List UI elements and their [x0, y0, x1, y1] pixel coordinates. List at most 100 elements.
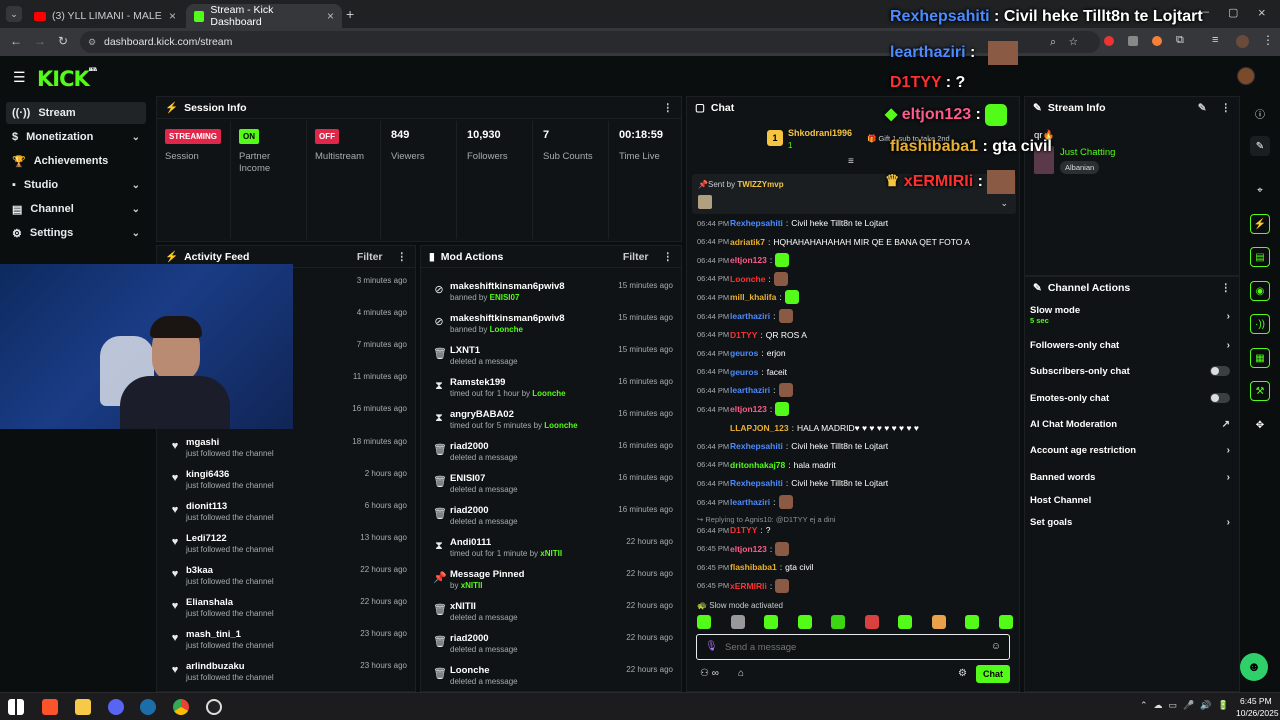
moderator-name[interactable]: Loonche: [544, 421, 577, 430]
set-goals-action[interactable]: Set goals ›: [1030, 513, 1230, 531]
mod-target[interactable]: riad2000: [450, 633, 489, 644]
message-user[interactable]: eltjon123: [730, 404, 767, 414]
emote-button[interactable]: [931, 615, 946, 629]
message-user[interactable]: flashibaba1: [730, 562, 777, 572]
file-explorer-icon[interactable]: [75, 699, 91, 715]
moderator-name[interactable]: xNITII: [540, 549, 562, 558]
edit-rail-icon[interactable]: ✎: [1250, 136, 1270, 156]
focus-icon[interactable]: ⌖: [1250, 180, 1270, 200]
system-tray[interactable]: ⌃☁▭🎤🔊🔋: [1140, 700, 1235, 711]
sidebar-item-channel[interactable]: ▤ Channel ⌄: [6, 198, 146, 220]
maximize-window-button[interactable]: ▢: [1228, 6, 1238, 19]
mod-target[interactable]: riad2000: [450, 505, 489, 516]
moderator-name[interactable]: xNITII: [461, 581, 483, 590]
info-icon[interactable]: ⓘ: [1250, 103, 1270, 123]
more-options-icon[interactable]: ⋮: [397, 251, 408, 263]
message-user[interactable]: learthaziri: [730, 311, 770, 321]
back-icon[interactable]: ←: [10, 34, 22, 48]
emote-button[interactable]: [864, 615, 879, 629]
message-user[interactable]: Rexhepsahiti: [730, 441, 783, 451]
message-user[interactable]: eltjon123: [730, 544, 767, 554]
activity-user[interactable]: mash_tini_1: [186, 629, 241, 640]
message-user[interactable]: Rexhepsahiti: [730, 478, 783, 488]
filter-button[interactable]: Filter: [623, 251, 649, 263]
mod-target[interactable]: riad2000: [450, 441, 489, 452]
chrome-icon[interactable]: [173, 699, 189, 715]
chat-send-button[interactable]: Chat: [976, 665, 1010, 683]
banned-words-action[interactable]: Banned words ›: [1030, 468, 1230, 486]
reading-list-icon[interactable]: ≡: [1212, 34, 1218, 46]
emote-button[interactable]: [697, 615, 711, 629]
discord-icon[interactable]: [108, 699, 124, 715]
gifter-name[interactable]: Shkodrani1996: [788, 128, 852, 138]
activity-user[interactable]: kingi6436: [186, 469, 229, 480]
activity-user[interactable]: dionit113: [186, 501, 227, 512]
sidebar-item-stream[interactable]: ((·)) Stream: [6, 102, 146, 124]
header-avatar[interactable]: [1237, 67, 1255, 85]
moderator-name[interactable]: Loonche: [532, 389, 565, 398]
mod-target[interactable]: ENISI07: [450, 473, 485, 484]
sidebar-item-monetization[interactable]: $ Monetization ⌄: [6, 126, 146, 148]
reload-icon[interactable]: ↻: [58, 34, 68, 48]
chat-input[interactable]: [725, 639, 975, 655]
message-user[interactable]: LLAPJON_123: [730, 423, 789, 433]
mod-target[interactable]: makeshiftkinsman6pwiv8: [450, 281, 565, 292]
language-tag[interactable]: Albanian: [1060, 161, 1100, 174]
activity-user[interactable]: b3kaa: [186, 565, 213, 576]
emote-button[interactable]: [764, 615, 779, 629]
slow-mode-action[interactable]: Slow mode 5 sec ›: [1030, 305, 1230, 331]
mod-target[interactable]: Ramstek199: [450, 377, 505, 388]
brave-icon[interactable]: [42, 699, 58, 715]
new-tab-button[interactable]: +: [346, 6, 354, 22]
windows-start-icon[interactable]: [8, 699, 24, 715]
more-options-icon[interactable]: ⋮: [663, 251, 674, 263]
activity-user[interactable]: Ledi7122: [186, 533, 227, 544]
subscribers-only-toggle[interactable]: [1210, 366, 1230, 376]
notes-icon[interactable]: ▤: [1250, 247, 1270, 267]
browser-menu-icon[interactable]: ⋮: [1262, 33, 1274, 47]
site-info-icon[interactable]: ⚙: [88, 37, 96, 48]
emote-button[interactable]: [730, 615, 745, 629]
sidebar-item-settings[interactable]: ⚙ Settings ⌄: [6, 222, 146, 244]
message-user[interactable]: dritonhakaj78: [730, 460, 785, 470]
moderator-name[interactable]: Loonche: [490, 325, 523, 334]
message-user[interactable]: geuros: [730, 367, 758, 377]
bookmark-star-icon[interactable]: ☆: [1069, 36, 1078, 48]
close-tab-icon[interactable]: ×: [327, 9, 334, 23]
browser-tab-youtube[interactable]: (3) YLL LIMANI - MALET (O... ×: [26, 4, 184, 28]
extension-icon[interactable]: [1128, 36, 1138, 46]
followers-only-action[interactable]: Followers-only chat ›: [1030, 336, 1230, 354]
extensions-puzzle-icon[interactable]: ⧉: [1176, 34, 1184, 47]
mod-target[interactable]: LXNT1: [450, 345, 480, 356]
emote-button[interactable]: [965, 615, 980, 629]
hamburger-menu-icon[interactable]: ☰: [13, 69, 26, 86]
message-user[interactable]: Rexhepsahiti: [730, 218, 783, 228]
close-window-button[interactable]: ×: [1258, 5, 1266, 20]
mod-target[interactable]: Loonche: [450, 665, 490, 676]
more-options-icon[interactable]: ⋮: [663, 102, 674, 114]
chat-identity-icon[interactable]: ⚇ ∞: [700, 668, 719, 679]
message-user[interactable]: xERMIRIi: [730, 581, 767, 591]
sidebar-item-studio[interactable]: ▪ Studio ⌄: [6, 174, 146, 196]
browser-tab-kick[interactable]: Stream - Kick Dashboard ×: [186, 4, 342, 28]
mod-target[interactable]: makeshiftkinsman6pwiv8: [450, 313, 565, 324]
clock-time[interactable]: 6:45 PM: [1240, 696, 1272, 706]
emote-button[interactable]: [998, 615, 1013, 629]
zoom-icon[interactable]: ⌕: [1050, 36, 1056, 49]
emote-button[interactable]: [898, 615, 913, 629]
mic-icon[interactable]: 🎙: [705, 641, 718, 652]
activity-user[interactable]: arlindbuzaku: [186, 661, 245, 672]
kick-logo[interactable]: KICKBETA: [37, 67, 97, 91]
message-user[interactable]: D1TYY: [730, 330, 757, 340]
category-link[interactable]: Just Chatting: [1060, 147, 1115, 158]
support-chat-button[interactable]: ☻: [1240, 653, 1268, 681]
ai-moderation-action[interactable]: AI Chat Moderation ↗: [1030, 415, 1230, 433]
broadcast-icon[interactable]: ·)): [1250, 314, 1270, 334]
obs-icon[interactable]: [206, 699, 222, 715]
message-user[interactable]: Loonche: [730, 274, 765, 284]
mod-target[interactable]: Andi0111: [450, 537, 491, 548]
profile-avatar[interactable]: [1236, 35, 1249, 48]
host-channel-action[interactable]: Host Channel: [1030, 491, 1230, 509]
sidebar-item-achievements[interactable]: 🏆 Achievements: [6, 150, 146, 172]
chat-rail-icon[interactable]: ◉: [1250, 281, 1270, 301]
